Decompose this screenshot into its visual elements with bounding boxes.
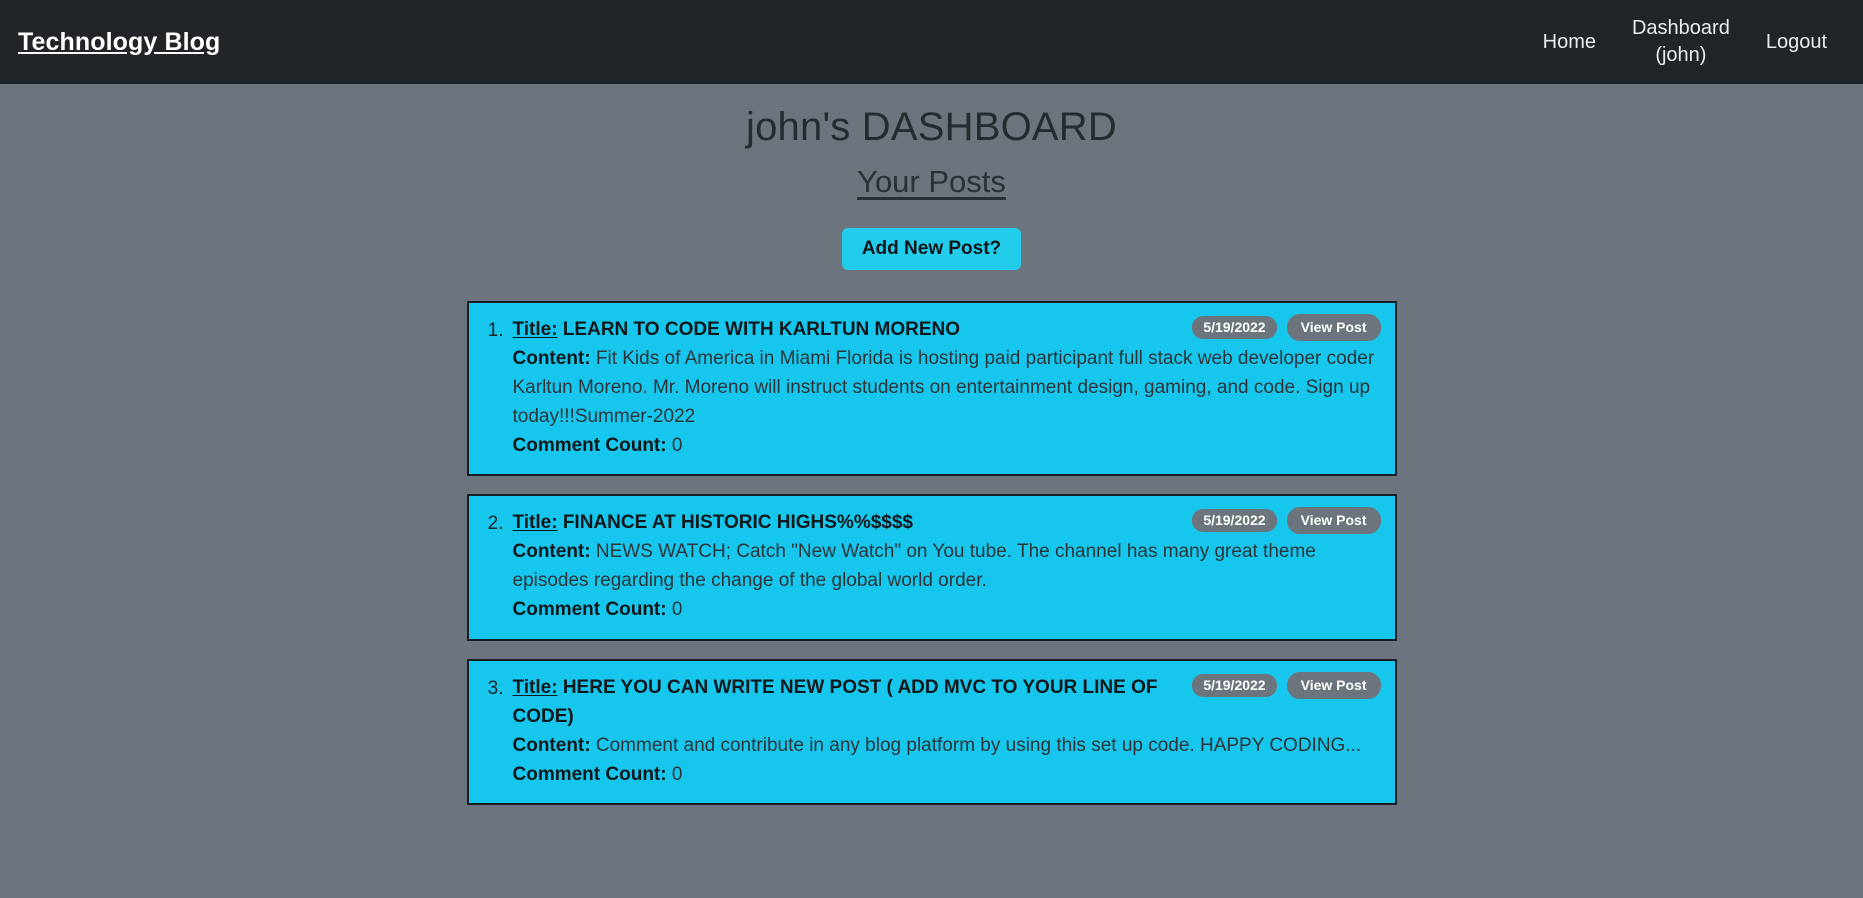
post-content-row: Content: NEWS WATCH; Catch "New Watch" o…	[513, 538, 1381, 596]
post-content-value: Fit Kids of America in Miami Florida is …	[512, 347, 1375, 427]
post-content-row: Content: Fit Kids of America in Miami Fl…	[513, 345, 1381, 432]
post-title-value: FINANCE AT HISTORIC HIGHS%%$$$$	[562, 512, 913, 534]
post-meta: 5/19/2022 View Post	[1192, 507, 1381, 535]
posts-list: 1. Title: LEARN TO CODE WITH KARLTUN MORE…	[466, 301, 1397, 806]
page-title: john's DASHBOARD	[746, 105, 1117, 149]
post-content-row: Content: Comment and contribute in any b…	[513, 732, 1381, 761]
page-subtitle: Your Posts	[857, 164, 1006, 199]
post-comment-count-row: Comment Count: 0	[513, 432, 1381, 461]
comment-count-label: Comment Count:	[512, 599, 667, 620]
post-title-label: Title:	[512, 676, 558, 698]
post-title-value: LEARN TO CODE WITH KARLTUN MORENO	[562, 319, 961, 340]
top-navbar: Technology Blog Home Dashboard (john) Lo…	[0, 0, 1863, 84]
post-date-badge: 5/19/2022	[1192, 509, 1277, 533]
post-index: 3.	[487, 677, 504, 699]
post-meta: 5/19/2022 View Post	[1192, 314, 1381, 341]
post-meta: 5/19/2022 View Post	[1192, 671, 1381, 699]
view-post-button[interactable]: View Post	[1286, 671, 1381, 699]
comment-count-value: 0	[671, 599, 683, 620]
comment-count-label: Comment Count:	[512, 434, 667, 456]
post-index: 1.	[487, 320, 504, 341]
post-title-value: HERE YOU CAN WRITE NEW POST ( ADD MVC TO…	[512, 676, 1158, 727]
post-date-badge: 5/19/2022	[1192, 316, 1277, 339]
add-post-action-area: Add New Post?	[0, 228, 1863, 270]
post-content-label: Content:	[512, 347, 591, 369]
comment-count-value: 0	[671, 763, 683, 785]
nav-link-dashboard[interactable]: Dashboard (john)	[1614, 11, 1748, 73]
post-card: 3. Title: HERE YOU CAN WRITE NEW POST ( A…	[466, 658, 1397, 806]
post-title-label: Title:	[512, 512, 558, 534]
post-content-label: Content:	[512, 734, 591, 756]
view-post-button[interactable]: View Post	[1286, 507, 1381, 535]
post-content-value: NEWS WATCH; Catch "New Watch" on You tub…	[512, 541, 1316, 592]
post-comment-count-row: Comment Count: 0	[513, 596, 1381, 625]
nav-link-home[interactable]: Home	[1525, 25, 1614, 60]
comment-count-label: Comment Count:	[512, 763, 667, 785]
post-content-label: Content:	[512, 541, 591, 563]
add-new-post-button[interactable]: Add New Post?	[841, 228, 1022, 270]
primary-navigation: Home Dashboard (john) Logout	[1525, 11, 1845, 73]
brand-logo-link[interactable]: Technology Blog	[18, 28, 220, 57]
post-card: 2. Title: FINANCE AT HISTORIC HIGHS%%$$$$…	[466, 494, 1397, 641]
post-card: 1. Title: LEARN TO CODE WITH KARLTUN MORE…	[466, 301, 1397, 477]
post-content-value: Comment and contribute in any blog platf…	[595, 734, 1362, 756]
comment-count-value: 0	[671, 434, 683, 456]
nav-link-logout[interactable]: Logout	[1748, 25, 1845, 60]
view-post-button[interactable]: View Post	[1286, 314, 1381, 341]
post-date-badge: 5/19/2022	[1192, 673, 1277, 697]
post-comment-count-row: Comment Count: 0	[513, 761, 1381, 790]
post-index: 2.	[487, 513, 504, 535]
post-title-label: Title:	[512, 319, 558, 340]
